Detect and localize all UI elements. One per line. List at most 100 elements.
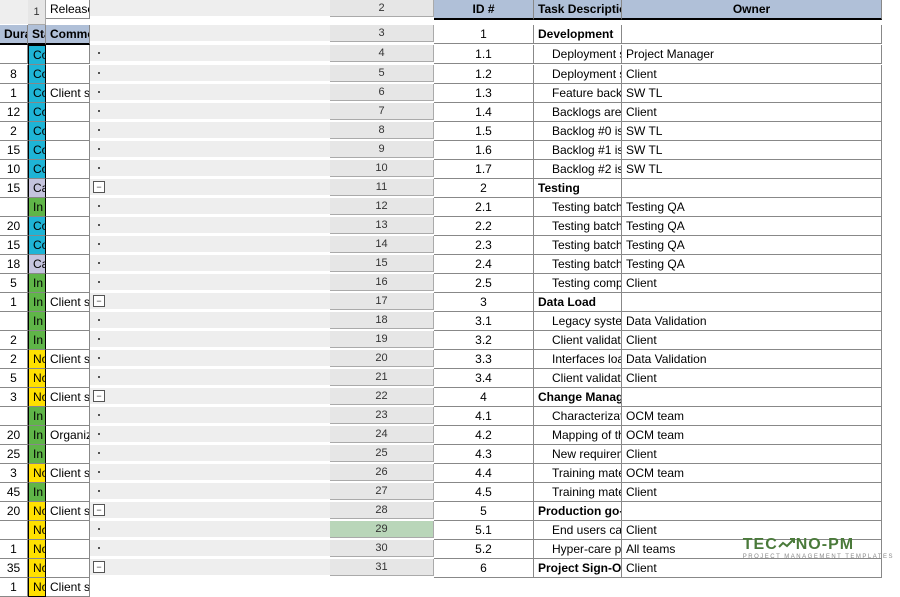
cell-comments[interactable]	[46, 160, 90, 179]
cell-task[interactable]: Testing batch #1 is completed	[534, 198, 622, 217]
collapse-icon[interactable]: −	[93, 504, 105, 516]
cell-id[interactable]: 2.4	[434, 255, 534, 274]
cell-duration[interactable]: 20	[0, 217, 28, 236]
row-header[interactable]: 7	[330, 103, 434, 120]
cell-id[interactable]: 2	[434, 179, 534, 198]
cell-duration[interactable]: 5	[0, 274, 28, 293]
row-header[interactable]: 5	[330, 65, 434, 82]
cell-id[interactable]: 2.2	[434, 217, 534, 236]
cell-id[interactable]: 3.4	[434, 369, 534, 388]
cell-comments[interactable]	[46, 540, 90, 559]
cell-task[interactable]: Mapping of the new roles requirements	[534, 426, 622, 445]
cell-id[interactable]: 5	[434, 502, 534, 521]
cell-owner[interactable]	[622, 388, 882, 407]
row-header[interactable]: 8	[330, 122, 434, 139]
column-header-status[interactable]: Status	[28, 25, 46, 45]
cell-status[interactable]: Completed	[28, 45, 46, 65]
row-header[interactable]: 9	[330, 141, 434, 158]
cell-comments[interactable]	[46, 521, 90, 540]
cell-duration[interactable]: 45	[0, 483, 28, 502]
outline-control[interactable]	[90, 312, 330, 328]
row-header[interactable]: 18	[330, 312, 434, 329]
row-header[interactable]: 28	[330, 502, 434, 519]
cell-owner[interactable]: SW TL	[622, 84, 882, 103]
cell-status[interactable]: In Process	[28, 407, 46, 426]
cell-duration[interactable]: 20	[0, 426, 28, 445]
cell-owner[interactable]	[622, 25, 882, 44]
cell-status[interactable]: Not Started	[28, 559, 46, 578]
cell-id[interactable]: 3.2	[434, 331, 534, 350]
cell-comments[interactable]: Client sign-off is required	[46, 388, 90, 407]
outline-control[interactable]	[90, 407, 330, 423]
outline-control[interactable]	[90, 331, 330, 347]
cell-task[interactable]: Development	[534, 25, 622, 44]
cell-duration[interactable]	[0, 521, 28, 540]
row-header[interactable]: 14	[330, 236, 434, 253]
row-header[interactable]: 15	[330, 255, 434, 272]
column-header-owner[interactable]: Owner	[622, 0, 882, 20]
cell-comments[interactable]: Organizational Change Managemen	[46, 426, 90, 445]
cell-duration[interactable]	[0, 407, 28, 426]
cell-duration[interactable]: 15	[0, 236, 28, 255]
cell-comments[interactable]	[46, 274, 90, 293]
outline-control[interactable]	[90, 274, 330, 290]
cell-task[interactable]: Testing batch #3 is completed	[534, 236, 622, 255]
cell-comments[interactable]	[46, 312, 90, 331]
cell-duration[interactable]: 15	[0, 141, 28, 160]
cell-task[interactable]: Data Load	[534, 293, 622, 312]
cell-task[interactable]: Testing completion sign-off	[534, 274, 622, 293]
cell-owner[interactable]	[622, 502, 882, 521]
outline-control[interactable]	[90, 65, 330, 81]
row-header[interactable]: 27	[330, 483, 434, 500]
cell-owner[interactable]: SW TL	[622, 160, 882, 179]
cell-duration[interactable]: 1	[0, 540, 28, 559]
cell-id[interactable]: 2.3	[434, 236, 534, 255]
cell-owner[interactable]: OCM team	[622, 426, 882, 445]
row-header[interactable]: 23	[330, 407, 434, 424]
cell-status[interactable]: Not Started	[28, 521, 46, 540]
row-header[interactable]: 21	[330, 369, 434, 386]
cell-comments[interactable]	[46, 45, 90, 64]
cell-task[interactable]: Legacy systems load	[534, 312, 622, 331]
cell-status[interactable]: Completed	[28, 122, 46, 141]
outline-control[interactable]	[90, 350, 330, 366]
row-header[interactable]: 24	[330, 426, 434, 443]
cell-comments[interactable]: Client sign-off is required	[46, 502, 90, 521]
cell-owner[interactable]: Client	[622, 559, 882, 578]
cell-status[interactable]: In Process	[28, 445, 46, 464]
cell-status[interactable]: Cancelled	[28, 255, 46, 274]
cell-owner[interactable]: OCM team	[622, 407, 882, 426]
row-header[interactable]: 1	[28, 0, 46, 25]
cell-id[interactable]: 4	[434, 388, 534, 407]
cell-duration[interactable]: 35	[0, 559, 28, 578]
cell-duration[interactable]: 8	[0, 65, 28, 84]
cell-comments[interactable]	[46, 236, 90, 255]
cell-task[interactable]: Backlog #0 is completed	[534, 122, 622, 141]
cell-task[interactable]: Project Sign-Off	[534, 559, 622, 578]
row-header[interactable]: 11	[330, 179, 434, 196]
cell-id[interactable]: 4.4	[434, 464, 534, 483]
row-header[interactable]: 19	[330, 331, 434, 348]
row-header[interactable]: 31	[330, 559, 434, 576]
cell-comments[interactable]: Client sign-of	[46, 578, 90, 597]
cell-owner[interactable]: SW TL	[622, 141, 882, 160]
cell-task[interactable]: Interfaces load	[534, 350, 622, 369]
cell-task[interactable]: Backlog #1 is completed	[534, 141, 622, 160]
cell-task[interactable]: Testing	[534, 179, 622, 198]
cell-id[interactable]: 1.7	[434, 160, 534, 179]
collapse-icon[interactable]: −	[93, 561, 105, 573]
cell-id[interactable]: 3.3	[434, 350, 534, 369]
outline-control[interactable]	[90, 464, 330, 480]
row-header[interactable]: 6	[330, 84, 434, 101]
outline-control[interactable]	[90, 122, 330, 138]
cell-owner[interactable]: Client	[622, 274, 882, 293]
row-header[interactable]: 22	[330, 388, 434, 405]
cell-owner[interactable]	[622, 293, 882, 312]
cell-duration[interactable]: 10	[0, 160, 28, 179]
outline-control[interactable]	[90, 540, 330, 556]
cell-status[interactable]: Completed	[28, 141, 46, 160]
cell-task[interactable]: Client validation - legacy systems	[534, 331, 622, 350]
cell-duration[interactable]: 5	[0, 369, 28, 388]
cell-comments[interactable]: Client sign-off is required	[46, 293, 90, 312]
cell-status[interactable]: In Process	[28, 426, 46, 445]
